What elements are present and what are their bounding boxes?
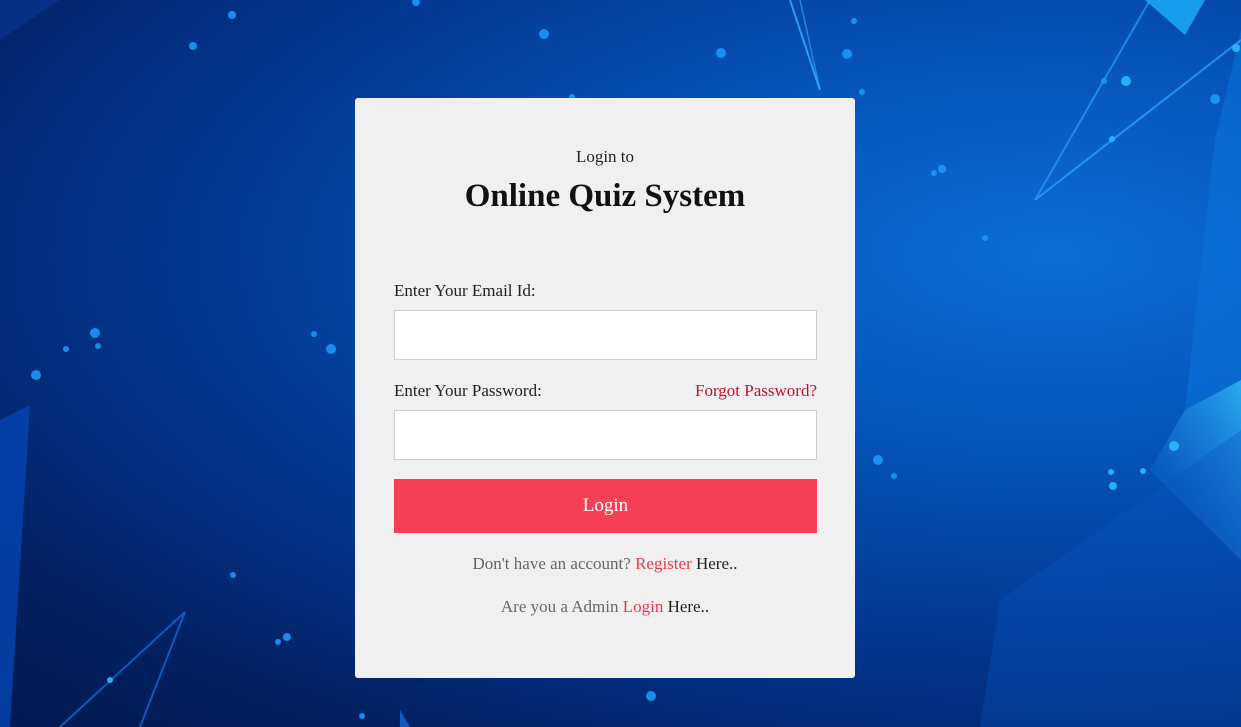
admin-prompt: Are you a Admin Login Here.. bbox=[355, 597, 855, 617]
admin-suffix: Here.. bbox=[663, 597, 710, 616]
register-suffix: Here.. bbox=[691, 554, 738, 573]
login-subtitle: Login to bbox=[575, 147, 635, 166]
password-field[interactable] bbox=[394, 410, 817, 460]
password-label: Enter Your Password: bbox=[394, 381, 542, 400]
login-card: Login to Online Quiz System Enter Your E… bbox=[355, 98, 855, 678]
register-prompt-text: Don't have an account? bbox=[472, 554, 631, 573]
register-prompt: Don't have an account? Register Here.. bbox=[355, 554, 855, 574]
email-label: Enter Your Email Id: bbox=[394, 281, 536, 300]
page-title: Online Quiz System bbox=[464, 178, 746, 214]
admin-login-link[interactable]: Login bbox=[623, 597, 664, 616]
admin-prompt-text: Are you a Admin bbox=[500, 597, 619, 616]
forgot-password-link[interactable]: Forgot Password? bbox=[695, 381, 817, 401]
register-link[interactable]: Register bbox=[635, 554, 692, 573]
email-field[interactable] bbox=[394, 310, 817, 360]
login-button[interactable]: Login bbox=[394, 479, 817, 533]
